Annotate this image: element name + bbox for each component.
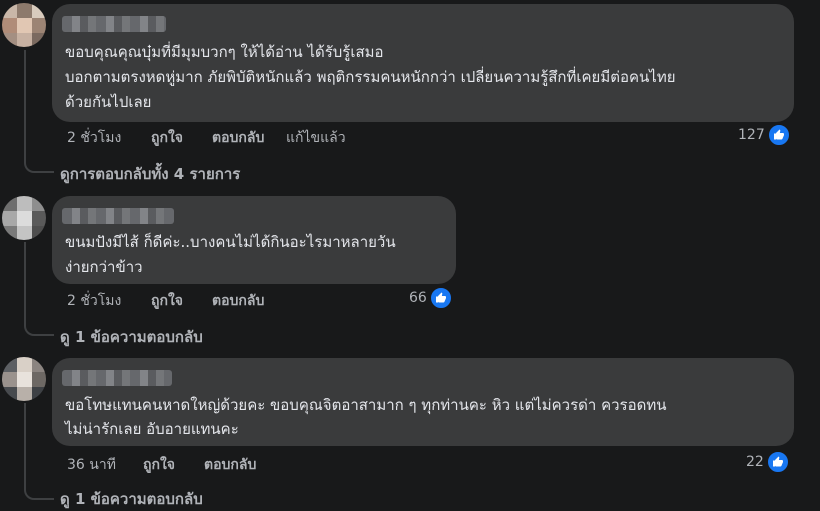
- author-name-blurred[interactable]: [62, 370, 172, 386]
- reply-button[interactable]: ตอบกลับ: [212, 290, 264, 312]
- comment-bubble: ขอโทษแทนคนหาดใหญ่ด้วยคะ ขอบคุณจิตอาสามาก…: [52, 358, 794, 446]
- comment-text-line: ง่ายกว่าข้าว: [65, 258, 143, 276]
- timestamp-link[interactable]: 2 ชั่วโมง: [67, 127, 121, 149]
- reaction-count: 22: [746, 454, 764, 470]
- view-replies-link[interactable]: ดู 1 ข้อความตอบกลับ: [60, 487, 203, 511]
- like-button[interactable]: ถูกใจ: [151, 290, 183, 312]
- timestamp-link[interactable]: 2 ชั่วโมง: [67, 290, 121, 312]
- avatar[interactable]: [2, 357, 46, 401]
- reaction-count: 127: [738, 127, 765, 143]
- thread-line: [24, 50, 26, 160]
- comment-text-line: บอกตามตรงหดหู่มาก ภัยพิบัติหนักแล้ว พฤติ…: [65, 68, 676, 86]
- view-replies-link[interactable]: ดู 1 ข้อความตอบกลับ: [60, 325, 203, 349]
- view-replies-link[interactable]: ดูการตอบกลับทั้ง 4 รายการ: [60, 162, 240, 186]
- reply-button[interactable]: ตอบกลับ: [212, 127, 264, 149]
- like-button[interactable]: ถูกใจ: [143, 454, 175, 476]
- reaction-summary[interactable]: 127: [738, 124, 790, 146]
- thread-line: [24, 242, 26, 322]
- comment-bubble: ขนมปังมีไส้ ก็ดีค่ะ..บางคนไม่ได้กินอะไรม…: [52, 196, 456, 284]
- avatar[interactable]: [2, 196, 46, 240]
- timestamp-link[interactable]: 36 นาที: [67, 454, 116, 476]
- thread-connector: [24, 482, 54, 500]
- comment-text-line: ด้วยกันไปเลย: [65, 93, 152, 111]
- comment-bubble: ขอบคุณคุณบุ๋มที่มีมุมบวกๆ ให้ได้อ่าน ได้…: [52, 4, 794, 122]
- edited-label[interactable]: แก้ไขแล้ว: [286, 127, 346, 149]
- thread-connector: [24, 155, 54, 173]
- reaction-count: 66: [409, 290, 427, 306]
- avatar[interactable]: [2, 3, 46, 47]
- reply-button[interactable]: ตอบกลับ: [204, 454, 256, 476]
- comment-text-line: ขนมปังมีไส้ ก็ดีค่ะ..บางคนไม่ได้กินอะไรม…: [65, 233, 396, 251]
- thread-line: [24, 403, 26, 486]
- thread-connector: [24, 318, 54, 336]
- reaction-summary[interactable]: 22: [746, 451, 789, 473]
- author-name-blurred[interactable]: [62, 208, 174, 224]
- comment-text-line: ขอบคุณคุณบุ๋มที่มีมุมบวกๆ ให้ได้อ่าน ได้…: [65, 43, 384, 61]
- thumbs-up-icon: [429, 287, 452, 309]
- like-button[interactable]: ถูกใจ: [151, 127, 183, 149]
- thumbs-up-icon: [767, 124, 790, 146]
- reaction-summary[interactable]: 66: [409, 287, 452, 309]
- comment-text-line: ไม่น่ารักเลย อับอายแทนคะ: [65, 420, 239, 438]
- thumbs-up-icon: [766, 451, 789, 473]
- author-name-blurred[interactable]: [62, 16, 166, 32]
- comment-text-line: ขอโทษแทนคนหาดใหญ่ด้วยคะ ขอบคุณจิตอาสามาก…: [65, 396, 667, 414]
